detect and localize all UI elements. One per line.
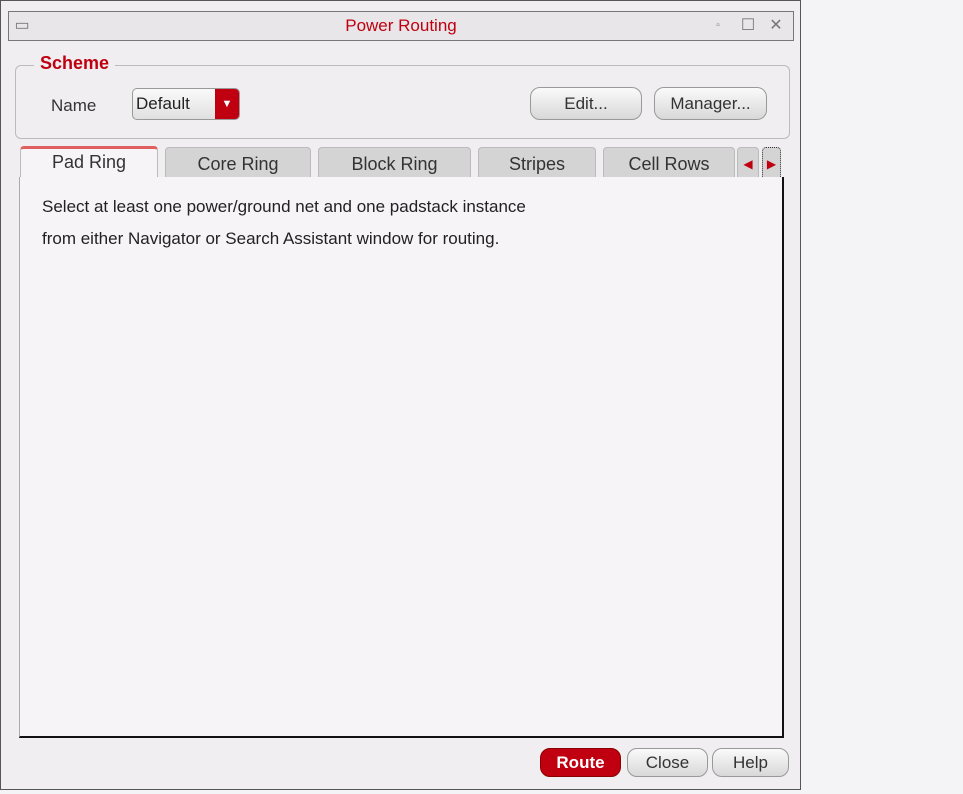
power-routing-window: ▭ Power Routing ▫ ☐ ✕ Scheme Name Defaul… — [0, 0, 801, 790]
tab-pad-ring[interactable]: Pad Ring — [20, 146, 158, 179]
scheme-group: Scheme Name Default ▼ Edit... Manager... — [15, 53, 790, 139]
title-bar[interactable]: ▭ Power Routing ▫ ☐ ✕ — [8, 11, 794, 41]
route-button[interactable]: Route — [540, 748, 621, 777]
instruction-line-1: Select at least one power/ground net and… — [42, 197, 526, 216]
scheme-name-combo[interactable]: Default ▼ — [132, 88, 240, 120]
tab-core-ring[interactable]: Core Ring — [165, 147, 311, 178]
scheme-legend: Scheme — [34, 53, 116, 74]
scheme-name-value: Default — [136, 94, 190, 113]
window-title: Power Routing — [345, 16, 457, 35]
maximize-button[interactable]: ☐ — [737, 14, 759, 38]
manager-button[interactable]: Manager... — [654, 87, 767, 120]
tab-block-ring[interactable]: Block Ring — [318, 147, 471, 178]
close-window-button[interactable]: ✕ — [765, 14, 787, 38]
close-button[interactable]: Close — [627, 748, 708, 777]
tab-scroll-left-icon[interactable]: ◀ — [737, 147, 759, 178]
edit-button[interactable]: Edit... — [530, 87, 642, 120]
instruction-line-2: from either Navigator or Search Assistan… — [42, 229, 500, 248]
minimize-button[interactable]: ▫ — [707, 14, 729, 38]
name-label: Name — [51, 96, 97, 115]
tab-scroll-right-icon[interactable]: ▶ — [762, 147, 781, 178]
help-button[interactable]: Help — [712, 748, 789, 777]
chevron-down-icon[interactable]: ▼ — [215, 89, 239, 119]
tab-stripes[interactable]: Stripes — [478, 147, 596, 178]
pad-ring-panel: Select at least one power/ground net and… — [19, 177, 784, 738]
tab-cell-rows[interactable]: Cell Rows — [603, 147, 735, 178]
